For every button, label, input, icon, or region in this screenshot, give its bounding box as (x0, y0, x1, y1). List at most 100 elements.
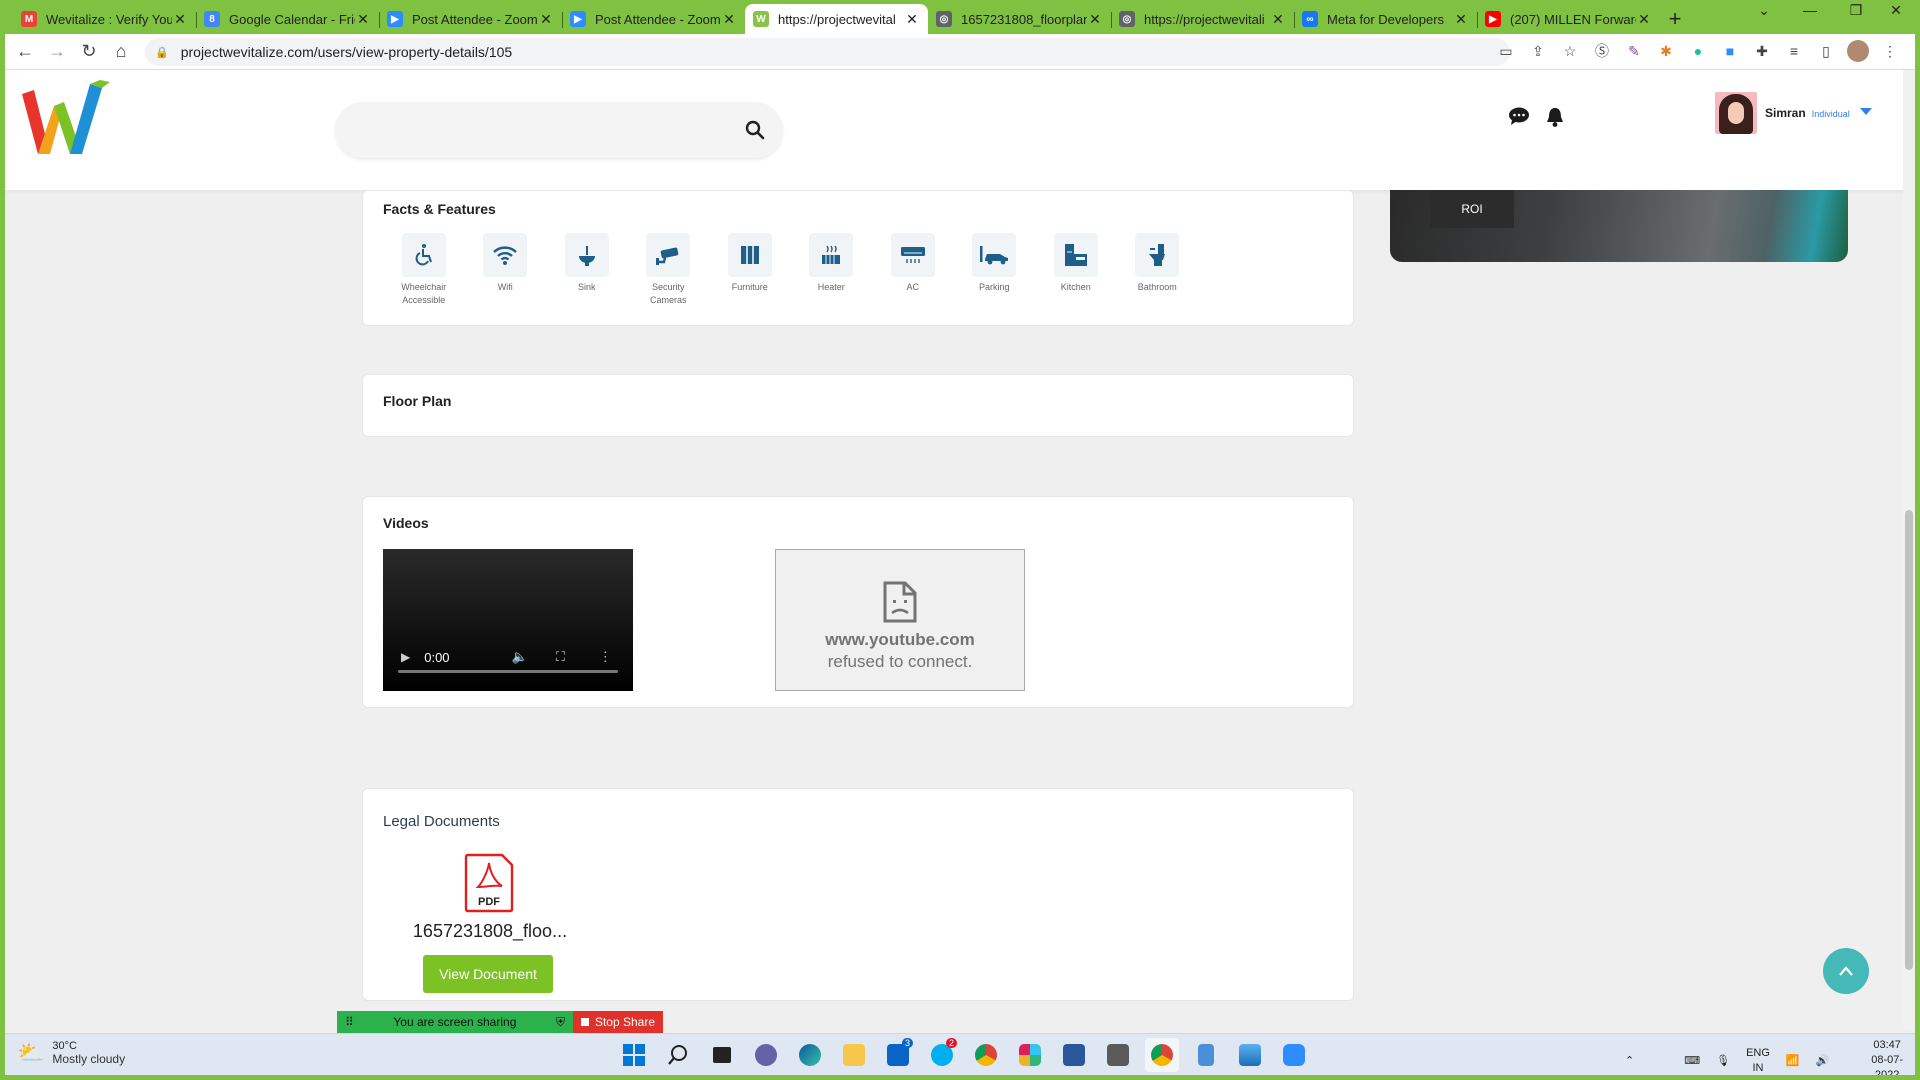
cast-icon[interactable]: ▭ (1495, 40, 1517, 62)
tab-close-icon[interactable]: ✕ (721, 11, 737, 28)
wifi-icon[interactable]: 📶 (1786, 1054, 1800, 1067)
tab-close-icon[interactable]: ✕ (1636, 11, 1652, 28)
bookmark-star-icon[interactable]: ☆ (1559, 40, 1581, 62)
drag-handle-icon[interactable]: ⠿ (345, 1015, 354, 1029)
chrome-icon (1151, 1044, 1173, 1066)
document-name: 1657231808_floo... (412, 921, 568, 941)
tab-close-icon[interactable]: ✕ (538, 11, 554, 28)
caret-down-icon[interactable] (1859, 107, 1872, 115)
tab-close-icon[interactable]: ✕ (1087, 11, 1103, 28)
browser-tab-7[interactable]: ∞ Meta for Developers ✕ (1294, 4, 1477, 34)
browser-tab-3[interactable]: ▶ Post Attendee - Zoom ✕ (562, 4, 745, 34)
reading-list-icon[interactable]: ≡ (1783, 40, 1805, 62)
browser-tab-6[interactable]: ◎ https://projectwevitali ✕ (1111, 4, 1294, 34)
browser-tab-1[interactable]: 8 Google Calendar - Frid ✕ (196, 4, 379, 34)
zoom-share-bar: ⠿ You are screen sharing ⛨ Stop Share (337, 1011, 663, 1033)
file-explorer-button[interactable] (837, 1038, 871, 1072)
tab-favicon: 8 (204, 11, 220, 27)
notepad-button[interactable] (1189, 1038, 1223, 1072)
skype-extension-icon[interactable]: Ⓢ (1591, 40, 1613, 62)
weather-widget[interactable]: ⛅ 30°C Mostly cloudy (17, 1040, 125, 1066)
word-button[interactable] (1057, 1038, 1091, 1072)
tab-close-icon[interactable]: ✕ (1453, 11, 1469, 28)
tab-close-icon[interactable]: ✕ (1270, 11, 1286, 28)
roi-label[interactable]: ROI (1430, 190, 1514, 228)
profile-avatar-icon[interactable] (1847, 40, 1869, 62)
browser-tab-8[interactable]: ▶ (207) MILLEN Forward ✕ (1477, 4, 1660, 34)
feature-heater: Heater (791, 233, 873, 307)
mail-button[interactable]: 3 (881, 1038, 915, 1072)
search-taskbar-button[interactable] (661, 1038, 695, 1072)
scrollbar-thumb[interactable] (1905, 510, 1913, 970)
floor-plan-card: Floor Plan (362, 374, 1354, 437)
play-icon[interactable]: ▶ (401, 650, 410, 664)
share-icon[interactable]: ⇪ (1527, 40, 1549, 62)
close-window-icon[interactable]: ✕ (1873, 2, 1915, 19)
forward-icon[interactable]: → (41, 41, 73, 62)
zoom-extension-icon[interactable]: ■ (1719, 40, 1741, 62)
wevitalize-logo[interactable] (20, 80, 115, 161)
address-bar[interactable]: 🔒 projectwevitalize.com/users/view-prope… (145, 38, 1510, 66)
bell-icon[interactable] (1545, 106, 1565, 128)
features-list: Wheelchair Accessible Wifi Sink Security… (383, 233, 1198, 307)
tab-close-icon[interactable]: ✕ (904, 11, 920, 28)
zoom-button[interactable] (1277, 1038, 1311, 1072)
tab-search-icon[interactable]: ⌄ (1741, 2, 1787, 19)
video-player[interactable]: ▶ 0:00 🔈 ⛶ ⋮ (383, 549, 633, 691)
video-progress-bar[interactable] (398, 670, 618, 673)
back-icon[interactable]: ← (9, 41, 41, 62)
user-menu[interactable]: Simran Individual (1715, 92, 1872, 134)
pen-extension-icon[interactable]: ✎ (1623, 40, 1645, 62)
calculator-button[interactable] (1101, 1038, 1135, 1072)
slack-button[interactable] (1013, 1038, 1047, 1072)
language-indicator[interactable]: ENG IN (1746, 1046, 1770, 1076)
chrome-button-1[interactable] (969, 1038, 1003, 1072)
edge-button[interactable] (793, 1038, 827, 1072)
videos-title: Videos (383, 515, 429, 531)
chevron-up-icon[interactable]: ⌃ (1625, 1054, 1634, 1067)
clock[interactable]: 03:47 08-07-2022 (1859, 1038, 1915, 1075)
chat-icon[interactable] (1508, 106, 1530, 126)
reload-icon[interactable]: ↻ (73, 41, 105, 62)
volume-icon[interactable]: 🔈 (512, 649, 528, 665)
search-input[interactable] (353, 112, 723, 148)
minimize-icon[interactable]: — (1787, 2, 1833, 18)
screen-sharing-indicator[interactable]: ⠿ You are screen sharing ⛨ (337, 1011, 573, 1033)
search-icon[interactable] (745, 120, 765, 140)
more-options-icon[interactable]: ⋮ (599, 649, 612, 665)
heater-icon (822, 245, 841, 264)
tab-close-icon[interactable]: ✕ (172, 11, 188, 28)
photos-button[interactable] (1233, 1038, 1267, 1072)
browser-tab-4[interactable]: Whttps://projectwevital ✕ (745, 4, 928, 34)
feature-security-cameras: Security Cameras (628, 233, 710, 307)
stop-share-button[interactable]: Stop Share (573, 1011, 663, 1033)
task-view-button[interactable] (705, 1038, 739, 1072)
tab-close-icon[interactable]: ✕ (355, 11, 371, 28)
speaker-icon[interactable]: 🔊 (1816, 1054, 1830, 1067)
page-scrollbar[interactable] (1903, 70, 1915, 1030)
browser-tab-2[interactable]: ▶ Post Attendee - Zoom ✕ (379, 4, 562, 34)
chrome-button-2[interactable] (1145, 1038, 1179, 1072)
scroll-to-top-button[interactable] (1823, 948, 1869, 994)
side-panel-icon[interactable]: ▯ (1815, 40, 1837, 62)
extensions-icon[interactable]: ✚ (1751, 40, 1773, 62)
feature-label: Sink (577, 282, 596, 292)
extension-icons: ▭ ⇪ ☆ Ⓢ ✎ ✱ ● ■ ✚ ≡ ▯ ⋮ (1495, 40, 1901, 62)
browser-tab-0[interactable]: M Wevitalize : Verify Your ✕ (13, 4, 196, 34)
microphone-icon[interactable]: 🎙 (1716, 1054, 1730, 1067)
clock-date: 08-07-2022 (1871, 1054, 1904, 1075)
avatar[interactable] (1715, 92, 1757, 134)
start-button[interactable] (617, 1038, 651, 1072)
home-icon[interactable]: ⌂ (105, 41, 137, 62)
pdf-file-icon[interactable]: PDF (464, 853, 514, 913)
puzzle-color-extension-icon[interactable]: ✱ (1655, 40, 1677, 62)
teams-chat-button[interactable] (749, 1038, 783, 1072)
browser-tab-5[interactable]: ◎ 1657231808_floorplan ✕ (928, 4, 1111, 34)
new-tab-button[interactable]: + (1660, 4, 1690, 34)
fullscreen-icon[interactable]: ⛶ (556, 649, 565, 665)
skype-button[interactable]: 2 (925, 1038, 959, 1072)
grammarly-extension-icon[interactable]: ● (1687, 40, 1709, 62)
view-document-button[interactable]: View Document (423, 955, 553, 993)
chrome-menu-icon[interactable]: ⋮ (1879, 40, 1901, 62)
keyboard-icon[interactable]: ⌨ (1684, 1054, 1700, 1067)
